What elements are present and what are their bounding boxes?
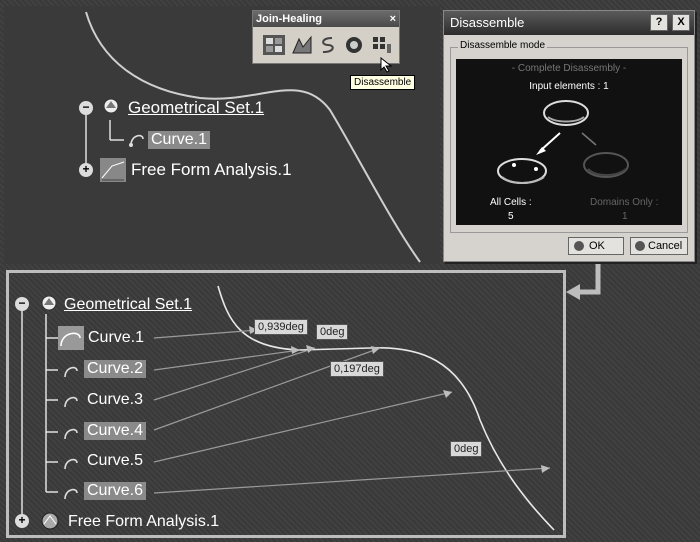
- ok-label: OK: [589, 240, 605, 252]
- toolbar-title-bar[interactable]: Join-Healing ×: [253, 11, 399, 27]
- bottom-free-form-analysis-icon: [38, 510, 62, 532]
- curve-item-1[interactable]: Curve.1: [88, 329, 144, 347]
- mode-label: - Complete Disassembly -: [511, 63, 627, 74]
- curve-smooth-icon[interactable]: [319, 35, 337, 55]
- free-form-analysis-icon: [100, 158, 126, 182]
- join-icon[interactable]: [263, 35, 285, 55]
- help-button[interactable]: ?: [650, 14, 668, 31]
- curve-item-6[interactable]: Curve.6: [84, 482, 147, 500]
- ok-icon: [574, 241, 584, 251]
- toolbar-title: Join-Healing: [256, 13, 323, 25]
- all-cells-label[interactable]: All Cells :: [490, 197, 532, 208]
- expand-icon[interactable]: +: [79, 163, 93, 177]
- disassemble-dialog[interactable]: Disassemble ? X Disassemble mode - Compl…: [443, 10, 695, 262]
- curve4-icon: [62, 424, 80, 442]
- curve-item-3[interactable]: Curve.3: [87, 391, 143, 409]
- bottom-analysis-label[interactable]: Free Form Analysis.1: [68, 513, 219, 531]
- curve-item-2[interactable]: Curve.2: [84, 360, 147, 378]
- all-cells-value: 5: [508, 211, 514, 222]
- cancel-icon: [635, 241, 645, 251]
- curve1-icon: [58, 326, 84, 350]
- dialog-title-bar[interactable]: Disassemble ? X: [444, 11, 694, 35]
- group-label: Disassemble mode: [458, 40, 548, 51]
- angle-annotation-2[interactable]: 0deg: [316, 324, 349, 340]
- top-analysis-label[interactable]: Free Form Analysis.1: [131, 160, 292, 180]
- healing-icon[interactable]: [291, 35, 313, 55]
- collapse-icon[interactable]: −: [79, 101, 93, 115]
- disassemble-icon[interactable]: [371, 35, 393, 55]
- curve5-icon: [62, 454, 80, 472]
- bottom-geometrical-set-icon: [38, 293, 60, 313]
- join-healing-toolbar[interactable]: Join-Healing ×: [252, 10, 400, 64]
- cancel-button[interactable]: Cancel: [630, 237, 688, 255]
- curve-item-4[interactable]: Curve.4: [84, 422, 147, 440]
- angle-annotation-1[interactable]: 0,939deg: [254, 319, 308, 335]
- top-curve-label[interactable]: Curve.1: [148, 131, 211, 149]
- geometrical-set-icon: [100, 96, 122, 116]
- toolbar-close-icon[interactable]: ×: [390, 11, 396, 27]
- untrim-icon[interactable]: [343, 35, 365, 55]
- domains-only-label[interactable]: Domains Only :: [590, 197, 658, 208]
- angle-annotation-4[interactable]: 0deg: [450, 441, 483, 457]
- curve6-icon: [62, 484, 80, 502]
- mouse-cursor-icon: [380, 56, 394, 73]
- ok-button[interactable]: OK: [568, 237, 624, 255]
- bottom-expand-icon[interactable]: +: [15, 514, 29, 528]
- angle-annotation-3[interactable]: 0,197deg: [330, 361, 384, 377]
- bottom-root-label[interactable]: Geometrical Set.1: [64, 296, 192, 314]
- disassembly-diagram: [497, 100, 629, 184]
- close-button[interactable]: X: [672, 14, 690, 31]
- domains-only-value: 1: [622, 211, 628, 222]
- bottom-collapse-icon[interactable]: −: [15, 297, 29, 311]
- input-label: Input elements : 1: [529, 81, 609, 92]
- curve-icon: [128, 130, 146, 148]
- disassemble-tooltip: Disassemble: [350, 75, 416, 90]
- top-root-label[interactable]: Geometrical Set.1: [128, 98, 264, 118]
- curve3-icon: [62, 392, 80, 410]
- curve-item-5[interactable]: Curve.5: [87, 452, 143, 470]
- mode-preview[interactable]: - Complete Disassembly - Input elements …: [456, 59, 682, 225]
- cancel-label: Cancel: [648, 240, 683, 252]
- dialog-title: Disassemble: [450, 15, 525, 30]
- curve2-icon: [62, 362, 80, 380]
